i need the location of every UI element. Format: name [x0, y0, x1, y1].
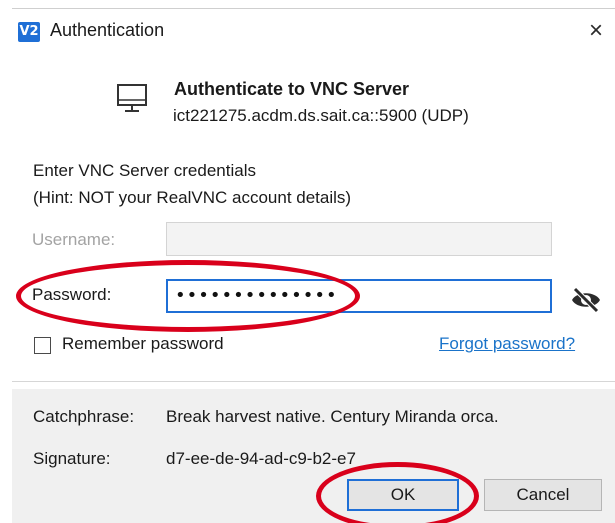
catchphrase-value: Break harvest native. Century Miranda or… — [166, 407, 499, 426]
instructions-line-1: Enter VNC Server credentials — [33, 161, 256, 180]
close-icon[interactable]: × — [581, 17, 611, 47]
dialog-heading: Authenticate to VNC Server — [174, 79, 410, 99]
section-divider — [12, 381, 615, 382]
username-field — [166, 222, 552, 256]
signature-value: d7-ee-de-94-ad-c9-b2-e7 — [166, 449, 356, 468]
title-bar: V2 Authentication × — [12, 9, 615, 53]
eye-slash-icon[interactable] — [570, 286, 602, 314]
cancel-button[interactable]: Cancel — [484, 479, 602, 511]
password-masked-value: •••••••••••••• — [175, 285, 338, 306]
screenshot-canvas: V2 Authentication × Authenticate to VNC … — [0, 0, 615, 523]
realvnc-logo-icon: V2 — [18, 22, 40, 42]
window-title: Authentication — [50, 20, 165, 40]
credentials-instructions: Enter VNC Server credentials (Hint: NOT … — [33, 157, 351, 211]
signature-label: Signature: — [33, 449, 111, 468]
instructions-line-2: (Hint: NOT your RealVNC account details) — [33, 188, 352, 207]
remember-password-label[interactable]: Remember password — [62, 334, 224, 354]
catchphrase-label: Catchphrase: — [33, 407, 135, 426]
authentication-dialog: V2 Authentication × Authenticate to VNC … — [12, 8, 615, 523]
computer-monitor-icon — [117, 84, 147, 112]
password-field[interactable]: •••••••••••••• — [166, 279, 552, 313]
remember-password-checkbox[interactable] — [34, 337, 51, 354]
server-address: ict221275.acdm.ds.sait.ca::5900 (UDP) — [173, 106, 469, 125]
password-label: Password: — [32, 285, 112, 304]
ok-button[interactable]: OK — [347, 479, 459, 511]
username-label: Username: — [32, 230, 116, 249]
forgot-password-link[interactable]: Forgot password? — [439, 334, 575, 354]
